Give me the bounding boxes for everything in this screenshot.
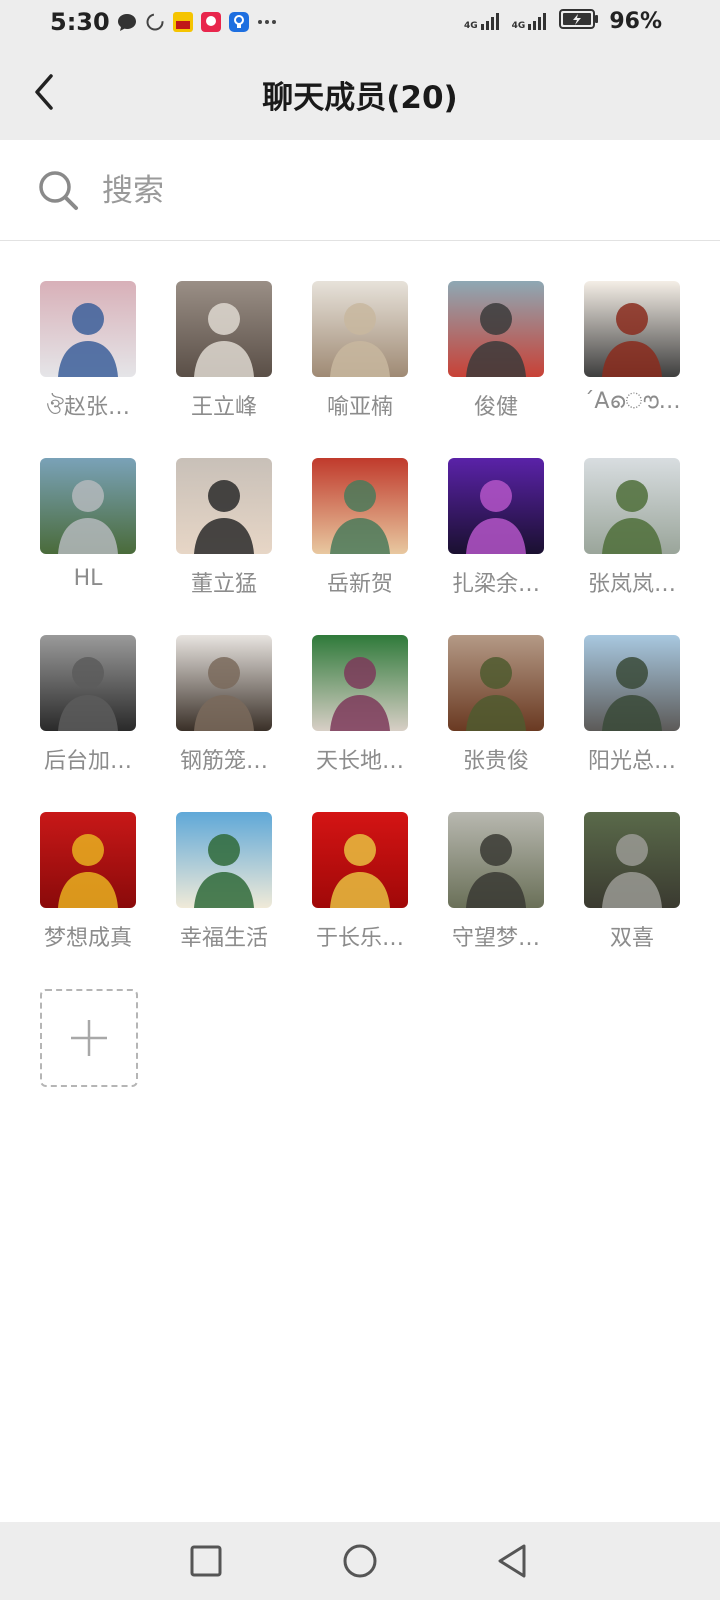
member-avatar[interactable] [40,458,136,554]
member-item[interactable]: 王立峰 [176,281,272,421]
triangle-back-icon [498,1544,526,1578]
member-avatar[interactable] [584,635,680,731]
member-name: 俊健 [473,395,518,420]
member-avatar[interactable] [40,635,136,731]
signal-2: 4G [512,11,550,31]
signal-1: 4G [464,11,502,31]
member-item[interactable]: 俊健 [448,281,544,421]
member-item[interactable]: 天长地… [312,635,408,775]
status-time: 5:30 [50,8,110,36]
member-name: ঔ赵张… [45,395,131,420]
member-item[interactable]: 双喜 [584,812,680,952]
member-avatar[interactable] [448,812,544,908]
page-title: 聊天成员(20) [262,80,458,116]
member-avatar[interactable] [312,812,408,908]
member-name: 张岚岚… [587,572,676,597]
member-name: 王立峰 [190,395,257,420]
network-type-2: 4G [511,21,526,31]
plus-icon [71,1020,107,1056]
app-notification-icon [172,11,194,33]
member-avatar[interactable] [312,635,408,731]
signal-bars-icon [528,13,547,30]
status-left: 5:30 [50,8,278,36]
member-item[interactable]: 张贵俊 [448,635,544,775]
member-avatar[interactable] [448,281,544,377]
member-avatar[interactable] [448,635,544,731]
member-avatar[interactable] [176,458,272,554]
member-item[interactable]: 幸福生活 [176,812,272,952]
member-avatar[interactable] [584,812,680,908]
network-type-1: 4G [464,21,478,31]
member-name: 扎梁余… [451,572,540,597]
member-avatar[interactable] [40,812,136,908]
battery-percent: 96% [609,8,662,34]
status-bar: 5:30 4G 4G 96% [0,0,720,46]
member-name: 守望梦… [451,926,540,951]
member-item[interactable]: 于长乐… [312,812,408,952]
member-item[interactable]: HL [40,458,136,591]
member-item[interactable]: 张岚岚… [584,458,680,598]
member-name: 钢筋笼… [179,749,268,774]
member-avatar[interactable] [584,458,680,554]
signal-bars-icon [480,13,499,30]
member-name: 后台加… [43,749,132,774]
member-name: 幸福生活 [179,926,268,951]
member-name: 天长地… [315,749,404,774]
search-bar [0,140,720,241]
square-icon [190,1545,222,1577]
bulb-app-icon [228,11,250,33]
member-name: 董立猛 [190,572,257,597]
search-input[interactable] [100,168,684,214]
search-icon [39,171,78,210]
member-avatar[interactable] [312,458,408,554]
loading-icon [144,11,166,33]
battery-icon [559,8,599,34]
member-avatar[interactable] [448,458,544,554]
header: 聊天成员(20) [0,46,720,140]
member-avatar[interactable] [312,281,408,377]
member-avatar[interactable] [176,281,272,377]
member-item[interactable]: ঔ赵张… [40,281,136,427]
member-name: 于长乐… [315,926,404,951]
member-avatar[interactable] [176,635,272,731]
member-avatar[interactable] [584,281,680,377]
status-right: 4G 4G 96% [464,8,662,34]
circle-icon [343,1544,377,1578]
member-item[interactable]: 董立猛 [176,458,272,598]
member-avatar[interactable] [176,812,272,908]
member-name: ˊAൌ… [583,389,681,414]
system-nav-bar [0,1522,720,1600]
member-item[interactable]: 后台加… [40,635,136,775]
member-name: 双喜 [609,926,654,951]
recents-button[interactable] [184,1539,228,1583]
shopping-app-icon [200,11,222,33]
chat-bubble-icon [116,11,138,33]
member-name: 岳新贺 [326,572,393,597]
add-member-button[interactable] [40,989,138,1087]
member-name: HL [73,566,103,591]
member-item[interactable]: 梦想成真 [40,812,136,952]
home-button[interactable] [338,1539,382,1583]
member-item[interactable]: 扎梁余… [448,458,544,598]
member-item[interactable]: 岳新贺 [312,458,408,598]
member-name: 阳光总… [587,749,676,774]
member-item[interactable]: 阳光总… [584,635,680,775]
member-item[interactable]: ˊAൌ… [583,281,681,414]
member-avatar[interactable] [40,281,136,377]
member-item[interactable]: 钢筋笼… [176,635,272,775]
member-item[interactable]: 喻亚楠 [312,281,408,421]
member-name: 喻亚楠 [326,395,393,420]
back-nav-button[interactable] [490,1539,534,1583]
more-notifications-icon [256,11,278,33]
member-name: 梦想成真 [43,926,132,951]
member-name: 张贵俊 [462,749,529,774]
member-item[interactable]: 守望梦… [448,812,544,952]
